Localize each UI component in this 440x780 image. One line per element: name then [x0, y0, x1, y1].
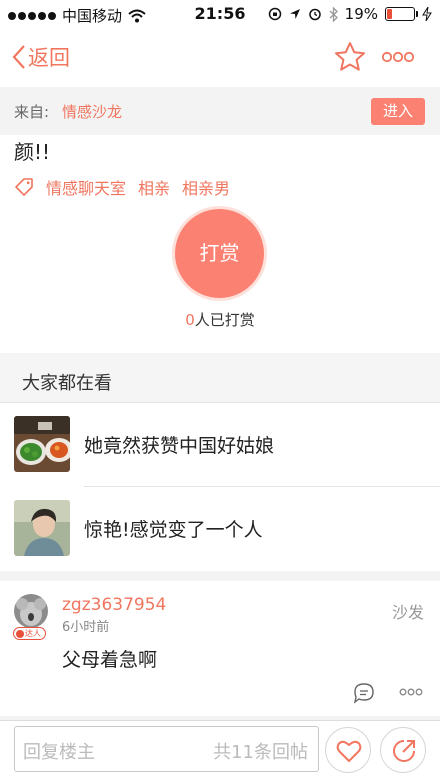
reply-input-placeholder: 回复楼主 — [23, 742, 95, 763]
back-label: 返回 — [28, 46, 70, 70]
source-forum-link[interactable]: 情感沙龙 — [62, 101, 122, 122]
comment-icon[interactable] — [353, 682, 375, 704]
share-button[interactable] — [380, 727, 426, 773]
reward-count-number: 0 — [185, 311, 195, 329]
heart-icon — [336, 740, 362, 762]
location-arrow-icon — [289, 9, 300, 19]
bluetooth-icon — [329, 6, 338, 22]
tag-item[interactable]: 情感聊天室 — [46, 175, 126, 199]
reward-button[interactable]: 打赏 — [175, 209, 264, 298]
alarm-icon — [308, 8, 321, 21]
nav-bar: 返回 — [0, 30, 440, 86]
expert-badge: 达人 — [13, 627, 46, 640]
battery-fill — [387, 9, 393, 19]
tag-icon — [15, 178, 33, 196]
enter-forum-button[interactable]: 进入 — [371, 98, 425, 125]
section-title: 大家都在看 — [22, 373, 112, 394]
person-photo — [14, 500, 70, 556]
share-icon — [393, 740, 415, 762]
like-button[interactable] — [325, 727, 371, 773]
tag-item[interactable]: 相亲 — [138, 175, 170, 199]
orientation-lock-icon — [268, 7, 281, 21]
battery-percent: 19% — [344, 5, 378, 23]
section-divider — [0, 571, 440, 581]
reply-input[interactable]: 回复楼主 共11条回帖 — [14, 726, 319, 772]
source-label: 来自: — [14, 103, 50, 121]
check-icon — [16, 629, 24, 638]
post-tags: 情感聊天室 相亲 相亲男 — [14, 175, 230, 199]
reply-item: 达人 zgz3637954 6小时前 沙发 父母着急啊 — [0, 581, 440, 718]
tag-item[interactable]: 相亲男 — [182, 175, 230, 199]
reply-text: 父母着急啊 — [62, 649, 158, 671]
status-right: 19% — [268, 5, 432, 23]
back-chevron-icon — [12, 45, 25, 69]
more-dots-icon[interactable] — [399, 685, 423, 699]
reply-count: 共11条回帖 — [213, 742, 308, 763]
status-bar: 中国移动 21:56 19% — [0, 0, 440, 30]
reward-count: 0人已打赏 — [0, 309, 440, 330]
back-button[interactable]: 返回 — [12, 42, 70, 72]
charging-bolt-icon — [422, 7, 432, 21]
recommend-item[interactable]: 惊艳!感觉变了一个人 — [0, 487, 440, 571]
post-body-text: 颜!! — [14, 140, 51, 164]
more-dots-icon[interactable] — [380, 48, 416, 66]
floor-label: 沙发 — [391, 603, 424, 622]
battery-icon — [385, 7, 418, 21]
recommend-title: 惊艳!感觉变了一个人 — [84, 519, 263, 541]
food-photo — [14, 416, 70, 472]
badge-label: 达人 — [25, 629, 41, 638]
avatar[interactable] — [14, 594, 48, 628]
reply-username[interactable]: zgz3637954 — [62, 595, 166, 615]
recommend-title: 她竟然获赞中国好姑娘 — [84, 435, 275, 457]
recommend-item[interactable]: 她竟然获赞中国好姑娘 — [0, 403, 440, 487]
star-icon[interactable] — [333, 40, 367, 74]
reward-count-suffix: 人已打赏 — [194, 311, 255, 329]
reply-time: 6小时前 — [62, 620, 110, 635]
